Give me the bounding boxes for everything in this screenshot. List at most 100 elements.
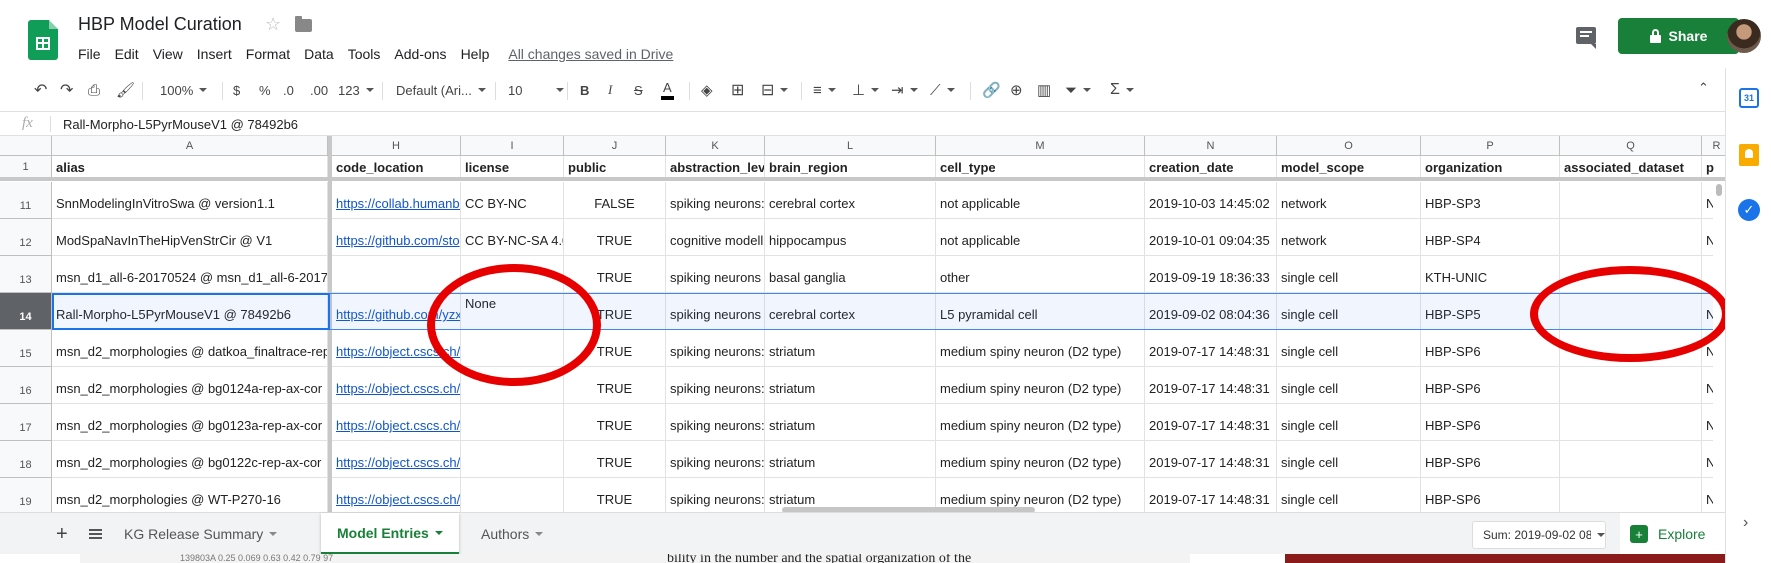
menu-file[interactable]: File: [71, 44, 108, 64]
cell-license[interactable]: [461, 441, 564, 478]
column-header-l[interactable]: L: [765, 136, 936, 156]
cell-cell-type[interactable]: medium spiny neuron (D2 type): [936, 330, 1145, 367]
star-icon[interactable]: ☆: [265, 14, 281, 35]
cell-model-scope[interactable]: single cell: [1277, 256, 1421, 293]
font-size-select[interactable]: 10: [508, 80, 564, 100]
document-title[interactable]: HBP Model Curation: [78, 14, 242, 35]
paint-format-icon[interactable]: 🖌: [116, 80, 135, 100]
cell-alias[interactable]: msn_d1_all-6-20170524 @ msn_d1_all-6-201…: [52, 256, 328, 293]
menu-add-ons[interactable]: Add-ons: [387, 44, 453, 64]
cell-abstraction-level[interactable]: spiking neurons:: [666, 367, 765, 404]
cell-brain-region[interactable]: striatum: [765, 367, 936, 404]
strikethrough-button[interactable]: S: [634, 80, 643, 100]
cell-organization[interactable]: HBP-SP6: [1421, 330, 1560, 367]
cell-model-scope[interactable]: network: [1277, 182, 1421, 219]
insert-link-icon[interactable]: 🔗: [982, 80, 1001, 100]
undo-icon[interactable]: ↶: [34, 80, 47, 100]
header-cell-cell-type[interactable]: cell_type: [936, 156, 1145, 179]
column-header-h[interactable]: H: [332, 136, 461, 156]
column-header-m[interactable]: M: [936, 136, 1145, 156]
cell-code-location[interactable]: https://object.cscs.ch/v1/AUTH_c0a333: [332, 330, 461, 367]
increase-decimal-button[interactable]: .00: [310, 80, 328, 100]
insert-comment-icon[interactable]: ⊕: [1010, 80, 1023, 100]
borders-icon[interactable]: ⊞: [731, 80, 744, 100]
merge-cells-icon[interactable]: ⊟: [761, 80, 789, 100]
vertical-scrollbar-track[interactable]: [1713, 181, 1725, 512]
cell-model-scope[interactable]: single cell: [1277, 404, 1421, 441]
cell-brain-region[interactable]: striatum: [765, 404, 936, 441]
cell-license[interactable]: CC BY-NC-SA 4.0: [461, 219, 564, 256]
filter-icon[interactable]: ⏷: [1065, 80, 1092, 100]
cell-code-location[interactable]: [332, 256, 461, 293]
avatar[interactable]: [1727, 19, 1761, 53]
sheet-tab-kg-release-summary[interactable]: KG Release Summary: [108, 513, 293, 555]
cell-alias[interactable]: msn_d2_morphologies @ bg0124a-rep-ax-cor: [52, 367, 328, 404]
cell-public[interactable]: TRUE: [564, 478, 666, 512]
zoom-select[interactable]: 100%: [160, 80, 208, 100]
column-header-q[interactable]: Q: [1560, 136, 1702, 156]
vertical-align-icon[interactable]: ⊥: [852, 80, 880, 100]
insert-chart-icon[interactable]: ▥: [1037, 80, 1051, 100]
column-header-n[interactable]: N: [1145, 136, 1277, 156]
cell-public[interactable]: TRUE: [564, 404, 666, 441]
more-formats-select[interactable]: 123: [338, 80, 374, 100]
cell-cell-type[interactable]: medium spiny neuron (D2 type): [936, 404, 1145, 441]
header-cell-code-location[interactable]: code_location: [332, 156, 461, 179]
column-header-p[interactable]: P: [1421, 136, 1560, 156]
cell-abstraction-level[interactable]: spiking neurons:: [666, 478, 765, 512]
sheet-tab-authors[interactable]: Authors: [465, 513, 559, 555]
cell-alias[interactable]: msn_d2_morphologies @ bg0122c-rep-ax-cor: [52, 441, 328, 478]
header-cell-alias[interactable]: alias: [52, 156, 328, 179]
cell-license[interactable]: [461, 367, 564, 404]
cell-brain-region[interactable]: cerebral cortex: [765, 182, 936, 219]
vertical-scrollbar-thumb[interactable]: [1716, 184, 1722, 196]
header-cell-creation-date[interactable]: creation_date: [1145, 156, 1277, 179]
cell-code-location[interactable]: https://collab.humanbr: [332, 182, 461, 219]
cell-creation-date[interactable]: 2019-09-02 08:04:36: [1145, 293, 1277, 330]
menu-tools[interactable]: Tools: [341, 44, 388, 64]
header-cell-public[interactable]: public: [564, 156, 666, 179]
functions-icon[interactable]: Σ: [1110, 80, 1134, 100]
cell-associated-dataset[interactable]: [1560, 404, 1702, 441]
cell-associated-dataset[interactable]: [1560, 182, 1702, 219]
collapse-toolbar-icon[interactable]: ⌃: [1698, 80, 1709, 96]
cell-abstraction-level[interactable]: spiking neurons:: [666, 330, 765, 367]
cell-creation-date[interactable]: 2019-07-17 14:48:31: [1145, 478, 1277, 512]
row-header-15[interactable]: 15: [0, 330, 52, 367]
cell-code-location[interactable]: https://object.cscs.ch/v1/AUTH_c0a333: [332, 367, 461, 404]
explore-button[interactable]: + Explore: [1620, 513, 1725, 555]
percent-format-button[interactable]: %: [259, 80, 271, 100]
cell-cell-type[interactable]: L5 pyramidal cell: [936, 293, 1145, 330]
calendar-icon[interactable]: 31: [1739, 88, 1759, 108]
print-icon[interactable]: ⎙: [88, 80, 100, 100]
header-cell-license[interactable]: license: [461, 156, 564, 179]
horizontal-align-icon[interactable]: ≡: [813, 80, 836, 100]
spreadsheet-grid[interactable]: A H I J K L M N O P Q R 1 alias code_location license pu…: [0, 136, 1725, 512]
cell-alias[interactable]: Rall-Morpho-L5PyrMouseV1 @ 78492b6: [52, 293, 328, 330]
cell-alias[interactable]: msn_d2_morphologies @ bg0123a-rep-ax-cor: [52, 404, 328, 441]
sum-select[interactable]: Sum: 2019-09-02 08:...: [1472, 521, 1606, 549]
cell-model-scope[interactable]: network: [1277, 219, 1421, 256]
cell-creation-date[interactable]: 2019-07-17 14:48:31: [1145, 441, 1277, 478]
header-cell-model-scope[interactable]: model_scope: [1277, 156, 1421, 179]
menu-format[interactable]: Format: [239, 44, 297, 64]
header-cell-organization[interactable]: organization: [1421, 156, 1560, 179]
cell-abstraction-level[interactable]: spiking neurons:: [666, 182, 765, 219]
cell-creation-date[interactable]: 2019-10-01 09:04:35: [1145, 219, 1277, 256]
cell-associated-dataset[interactable]: [1560, 478, 1702, 512]
cell-associated-dataset[interactable]: [1560, 441, 1702, 478]
row-header-13[interactable]: 13: [0, 256, 52, 293]
cell-abstraction-level[interactable]: spiking neurons: [666, 256, 765, 293]
cell-code-location[interactable]: https://github.com/sto: [332, 219, 461, 256]
italic-button[interactable]: I: [608, 80, 612, 100]
cell-license[interactable]: [461, 478, 564, 512]
fill-color-icon[interactable]: ◈: [701, 80, 713, 100]
header-cell-p[interactable]: p: [1702, 156, 1725, 179]
redo-icon[interactable]: ↷: [60, 80, 73, 100]
cell-cell-type[interactable]: medium spiny neuron (D2 type): [936, 367, 1145, 404]
cell-organization[interactable]: HBP-SP4: [1421, 219, 1560, 256]
cell-associated-dataset[interactable]: [1560, 293, 1702, 330]
cell-code-location[interactable]: https://object.cscs.ch/v1/AUTH_c0a333: [332, 404, 461, 441]
header-cell-associated-dataset[interactable]: associated_dataset: [1560, 156, 1702, 179]
keep-icon[interactable]: [1739, 144, 1759, 166]
